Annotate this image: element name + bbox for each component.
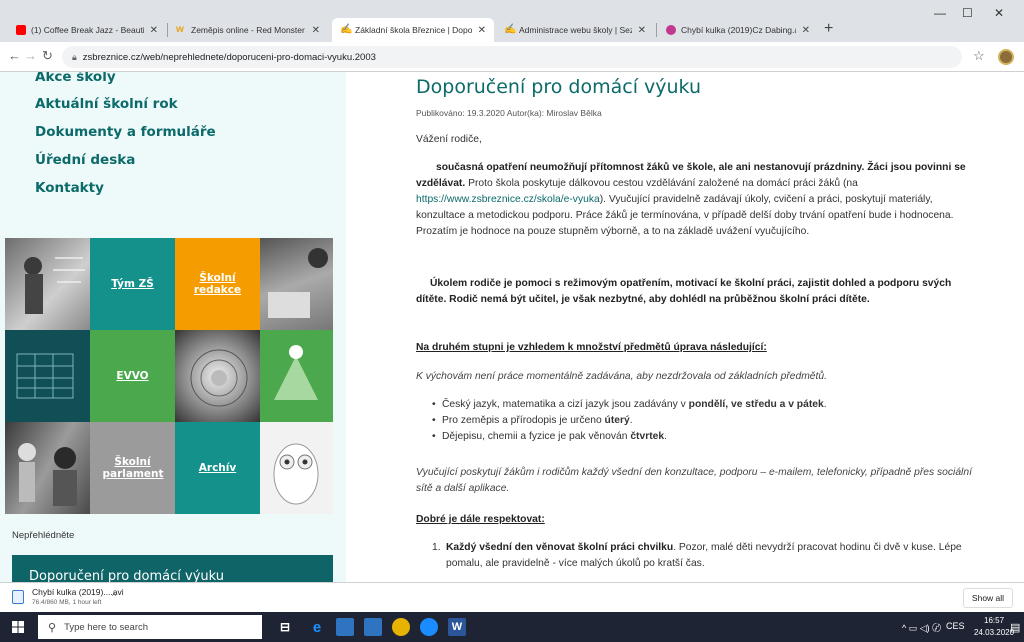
- school-icon: ✍: [340, 24, 353, 35]
- close-icon[interactable]: ✕: [802, 25, 810, 36]
- browser-toolbar: ← → ↻ 🔒︎ zsbreznice.cz/web/neprehlednete…: [0, 42, 1024, 72]
- close-icon[interactable]: ✕: [638, 25, 646, 36]
- store-icon[interactable]: [364, 618, 382, 636]
- url-text: zsbreznice.cz/web/neprehlednete/doporuce…: [82, 51, 376, 63]
- nepreh-label: Nepřehlédněte: [12, 530, 75, 541]
- sidebar-item-aktualni-rok[interactable]: Aktuální školní rok: [35, 96, 178, 112]
- browser-tab-strip: (1) Coffee Break Jazz - Beautiful ✕ w Ze…: [0, 0, 1024, 42]
- tile-skolni-redakce[interactable]: Školní redakce: [175, 238, 260, 330]
- tile-skolni-parlament[interactable]: Školní parlament: [90, 422, 175, 514]
- photo-paper-owl: [260, 422, 333, 514]
- list-item: Dějepisu, chemii a fyzice je pak věnován…: [432, 429, 972, 445]
- taskbar-search-input[interactable]: ⚲ Type here to search: [38, 615, 262, 639]
- notification-icon[interactable]: ▤: [1010, 621, 1020, 634]
- tab-chybi-kulka[interactable]: Chybí kulka (2019)Cz Dabing.avi ✕: [658, 18, 818, 42]
- file-icon: [12, 590, 24, 604]
- clock[interactable]: 16:57 24.03.2020: [974, 615, 1014, 639]
- language-indicator[interactable]: CES: [946, 621, 965, 631]
- nepreh-featured-card[interactable]: Doporučení pro domácí výuku: [12, 555, 333, 582]
- window-close-icon[interactable]: ✕: [994, 6, 1004, 20]
- photo-students-skeleton: [5, 422, 90, 514]
- photo-insect-eye: [175, 330, 260, 422]
- back-arrow-icon[interactable]: ←: [8, 48, 21, 63]
- note-konzultace: Vyučující poskytují žákům i rodičům každ…: [416, 467, 972, 494]
- sidebar-item-dokumenty[interactable]: Dokumenty a formuláře: [35, 124, 216, 140]
- task-view-icon[interactable]: ⊟: [276, 618, 294, 636]
- youtube-icon: [16, 25, 26, 35]
- tile-archiv[interactable]: Archív: [175, 422, 260, 514]
- page-title: Doporučení pro domácí výuku: [416, 76, 701, 98]
- new-tab-button[interactable]: +: [824, 20, 833, 38]
- bookmark-star-icon[interactable]: ☆: [973, 48, 985, 64]
- school-icon: ✍: [504, 24, 517, 35]
- sidebar-item-kontakty[interactable]: Kontakty: [35, 180, 104, 196]
- tile-tym-zs[interactable]: Tým ZŠ: [90, 238, 175, 330]
- sidebar: Akce školy Aktuální školní rok Dokumenty…: [0, 72, 346, 582]
- tile-evvo[interactable]: EVVO: [90, 330, 175, 422]
- article-meta: Publikováno: 19.3.2020 Autor(ka): Mirosl…: [416, 108, 602, 118]
- download-status: 76.4/860 MB, 1 hour left: [32, 599, 102, 606]
- show-all-button[interactable]: Show all: [963, 588, 1013, 608]
- paragraph-1: současná opatření neumožňují přítomnost …: [416, 162, 966, 237]
- windows-taskbar: ⚲ Type here to search ⊟ e W ^ ▭ ◁) 〄 CES…: [0, 612, 1024, 642]
- word-icon[interactable]: W: [448, 618, 466, 636]
- app-icon[interactable]: [420, 618, 438, 636]
- tab-zakladni-skola-breznice[interactable]: ✍ Základní škola Březnice | Doporu ✕: [332, 18, 494, 42]
- tile-grid: Tým ZŠ Školní redakce EVVO Školní parlam…: [5, 238, 333, 515]
- subject-list: Český jazyk, matematika a cizí jazyk jso…: [432, 397, 972, 445]
- photo-chalkboard-child: [5, 238, 90, 330]
- paragraph-2: Úkolem rodiče je pomoci s režimovým opat…: [416, 278, 952, 305]
- tab-administrace-webu[interactable]: ✍ Administrace webu školy | Seznam ✕: [496, 18, 654, 42]
- profile-avatar[interactable]: [998, 49, 1014, 65]
- photo-angry-birds-poster: [260, 238, 333, 330]
- minimize-icon[interactable]: —: [934, 6, 946, 20]
- heading-respektovat: Dobré je dále respektovat:: [416, 514, 545, 525]
- windows-start-icon[interactable]: [12, 621, 24, 633]
- photo-calendar-grid: [5, 330, 90, 422]
- download-bar: Chybí kulka (2019)....avi 76.4/860 MB, 1…: [0, 582, 1024, 612]
- download-filename[interactable]: Chybí kulka (2019)....avi: [32, 587, 124, 597]
- maximize-icon[interactable]: ☐: [962, 6, 973, 20]
- edge-icon[interactable]: e: [308, 618, 326, 636]
- chevron-up-icon[interactable]: ^: [112, 591, 116, 601]
- chrome-icon[interactable]: [392, 618, 410, 636]
- address-bar[interactable]: 🔒︎ zsbreznice.cz/web/neprehlednete/dopor…: [62, 46, 962, 68]
- search-icon: ⚲: [48, 621, 57, 634]
- sidebar-item-akce-skoly[interactable]: Akce školy: [35, 72, 116, 85]
- e-vyuka-link[interactable]: https://www.zsbreznice.cz/skola/e-vyuka: [416, 194, 600, 205]
- tray-icons[interactable]: ^ ▭ ◁) 〄: [902, 621, 941, 634]
- tab-zemepis-online[interactable]: w Zeměpis online - Red Monster ✕: [168, 18, 328, 42]
- photo-paper-craft: [260, 330, 333, 422]
- numbered-item-1: 1. Každý všední den věnovat školní práci …: [432, 542, 962, 569]
- forward-arrow-icon[interactable]: →: [24, 48, 37, 63]
- monster-icon: w: [176, 24, 184, 35]
- reload-icon[interactable]: ↻: [42, 48, 53, 64]
- lock-icon: 🔒︎: [72, 51, 77, 62]
- list-item: Pro zeměpis a přírodopis je určeno úterý…: [432, 413, 972, 429]
- sidebar-item-uredni-deska[interactable]: Úřední deska: [35, 152, 135, 168]
- file-explorer-icon[interactable]: [336, 618, 354, 636]
- close-icon[interactable]: ✕: [150, 25, 158, 36]
- heading-second-grade: Na druhém stupni je vzhledem k množství …: [416, 342, 767, 353]
- close-icon[interactable]: ✕: [478, 25, 486, 36]
- uloz-icon: [666, 25, 676, 35]
- greeting: Vážení rodiče,: [416, 134, 482, 145]
- note-vychovy: K výchovám není práce momentálně zadáván…: [416, 371, 827, 382]
- list-item: Český jazyk, matematika a cizí jazyk jso…: [432, 397, 972, 413]
- article: Doporučení pro domácí výuku Publikováno:…: [346, 72, 1024, 582]
- close-icon[interactable]: ✕: [312, 25, 320, 36]
- tab-coffee-break-jazz[interactable]: (1) Coffee Break Jazz - Beautiful ✕: [8, 18, 166, 42]
